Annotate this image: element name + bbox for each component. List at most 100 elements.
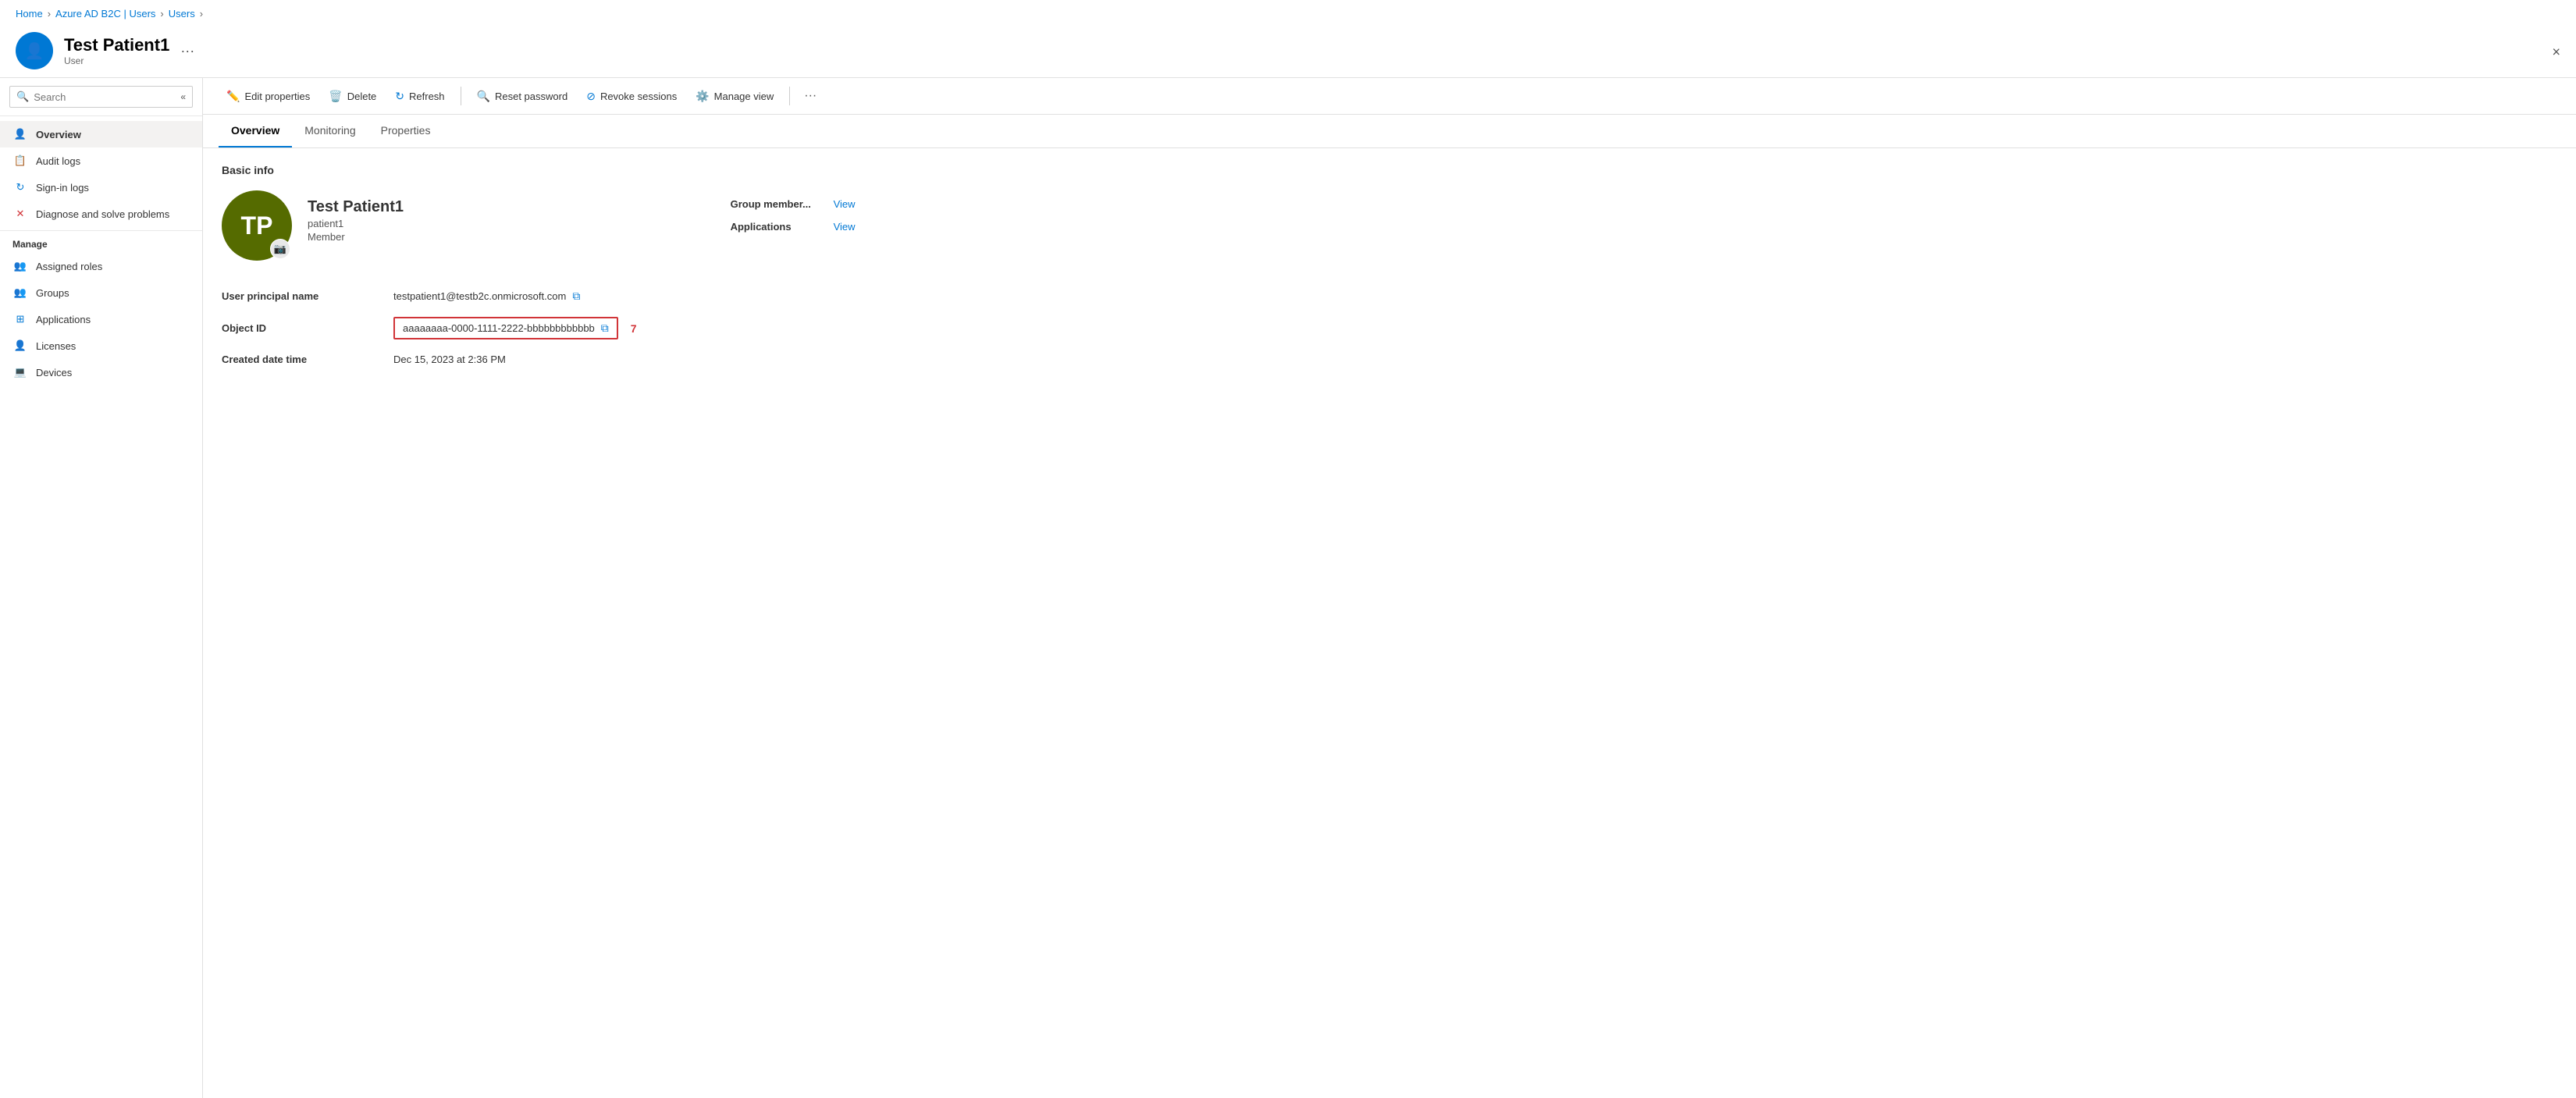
toolbar-divider-2 [789,87,790,105]
user-profile-info: Test Patient1 patient1 Member [308,190,404,243]
edit-properties-label: Edit properties [244,91,310,102]
sidebar-item-applications[interactable]: ⊞ Applications [0,306,202,332]
sidebar-item-assigned-roles[interactable]: 👥 Assigned roles [0,253,202,279]
sidebar-item-diagnose-label: Diagnose and solve problems [36,208,169,220]
close-button[interactable]: × [2552,44,2560,61]
applications-row: Applications View [731,221,2557,233]
sidebar-item-audit-logs[interactable]: 📋 Audit logs [0,147,202,174]
group-member-label: Group member... [731,198,824,210]
sidebar-item-groups[interactable]: 👥 Groups [0,279,202,306]
header-avatar-icon: 👤 [25,41,44,61]
revoke-sessions-button[interactable]: ⊘ Revoke sessions [578,85,685,108]
manage-section-label: Manage [0,230,202,253]
upn-row: User principal name testpatient1@testb2c… [222,282,637,310]
refresh-icon: ↻ [395,90,404,103]
user-avatar-large: TP 📷 [222,190,292,261]
info-table: User principal name testpatient1@testb2c… [222,282,637,372]
breadcrumb-home[interactable]: Home [16,8,43,20]
user-profile-row: TP 📷 Test Patient1 patient1 Member [222,190,637,261]
upn-label: User principal name [222,282,393,310]
audit-logs-icon: 📋 [12,155,28,167]
sidebar-item-signin-logs[interactable]: ↻ Sign-in logs [0,174,202,201]
group-member-view-link[interactable]: View [834,198,856,210]
sidebar-item-diagnose[interactable]: ✕ Diagnose and solve problems [0,201,202,227]
sidebar-nav: 👤 Overview 📋 Audit logs ↻ Sign-in logs ✕… [0,116,202,1098]
reset-password-icon: 🔍 [477,90,490,103]
sidebar-item-assigned-roles-label: Assigned roles [36,261,102,272]
manage-view-icon: ⚙️ [696,90,709,103]
sidebar-item-overview-label: Overview [36,129,81,140]
tab-properties[interactable]: Properties [368,115,443,147]
toolbar-more-button[interactable]: ··· [798,84,823,108]
object-id-extra: 7 [631,322,637,335]
edit-properties-button[interactable]: ✏️ Edit properties [219,85,318,108]
search-icon: 🔍 [16,91,29,103]
object-id-highlighted-box: aaaaaaaa-0000-1111-2222-bbbbbbbbbbbb ⧉ [393,317,618,339]
sidebar-item-overview[interactable]: 👤 Overview [0,121,202,147]
manage-view-button[interactable]: ⚙️ Manage view [688,85,781,108]
reset-password-label: Reset password [495,91,568,102]
user-profile-name: Test Patient1 [308,198,404,216]
breadcrumb-adb2c[interactable]: Azure AD B2C | Users [55,8,155,20]
upn-value-container: testpatient1@testb2c.onmicrosoft.com ⧉ [393,290,637,303]
devices-icon: 💻 [12,366,28,378]
sidebar-item-audit-logs-label: Audit logs [36,155,80,167]
refresh-button[interactable]: ↻ Refresh [387,85,452,108]
upn-copy-button[interactable]: ⧉ [572,290,580,303]
assigned-roles-icon: 👥 [12,260,28,272]
header-avatar: 👤 [16,32,53,69]
created-date-label: Created date time [222,346,393,372]
delete-button[interactable]: 🗑️ Delete [321,85,384,108]
header-more-button[interactable]: ··· [180,43,194,59]
search-input[interactable] [34,91,176,103]
group-member-row: Group member... View [731,198,2557,210]
delete-label: Delete [347,91,377,102]
section-title: Basic info [222,164,2557,176]
object-id-value-cell: aaaaaaaa-0000-1111-2222-bbbbbbbbbbbb ⧉ 7 [393,310,637,346]
toolbar: ✏️ Edit properties 🗑️ Delete ↻ Refresh 🔍… [203,78,2576,115]
sidebar-item-licenses-label: Licenses [36,340,76,352]
created-date-row: Created date time Dec 15, 2023 at 2:36 P… [222,346,637,372]
object-id-value: aaaaaaaa-0000-1111-2222-bbbbbbbbbbbb [403,322,595,334]
reset-password-button[interactable]: 🔍 Reset password [469,85,576,108]
sidebar-item-devices[interactable]: 💻 Devices [0,359,202,386]
page-subtitle: User [64,55,169,66]
applications-icon: ⊞ [12,313,28,325]
applications-view-link[interactable]: View [834,221,856,233]
sidebar-item-applications-label: Applications [36,314,91,325]
sidebar-item-groups-label: Groups [36,287,69,299]
upn-value-cell: testpatient1@testb2c.onmicrosoft.com ⧉ [393,282,637,310]
object-id-container: aaaaaaaa-0000-1111-2222-bbbbbbbbbbbb ⧉ 7 [393,317,637,339]
upn-value: testpatient1@testb2c.onmicrosoft.com [393,290,566,302]
sidebar-search-box[interactable]: 🔍 « [9,86,193,108]
breadcrumb-users[interactable]: Users [169,8,195,20]
tab-overview[interactable]: Overview [219,115,292,147]
page-header: 👤 Test Patient1 User ··· × [0,27,2576,78]
right-column: Group member... View Applications View [684,190,2557,233]
sidebar-item-licenses[interactable]: 👤 Licenses [0,332,202,359]
left-column: TP 📷 Test Patient1 patient1 Member [222,190,637,372]
object-id-copy-button[interactable]: ⧉ [601,322,609,335]
sidebar-item-signin-label: Sign-in logs [36,182,89,194]
tab-monitoring[interactable]: Monitoring [292,115,368,147]
object-id-row: Object ID aaaaaaaa-0000-1111-2222-bbbbbb… [222,310,637,346]
object-id-label: Object ID [222,310,393,346]
manage-view-label: Manage view [714,91,774,102]
user-profile-username: patient1 [308,218,404,229]
sidebar-item-devices-label: Devices [36,367,72,378]
tabs: Overview Monitoring Properties [203,115,2576,148]
content-area: ✏️ Edit properties 🗑️ Delete ↻ Refresh 🔍… [203,78,2576,1098]
sidebar-search-container: 🔍 « [0,78,202,116]
camera-button[interactable]: 📷 [270,239,290,259]
sidebar: 🔍 « 👤 Overview 📋 Audit logs ↻ Sign-in lo… [0,78,203,1098]
overview-icon: 👤 [12,128,28,140]
header-title-block: Test Patient1 User [64,35,169,66]
edit-icon: ✏️ [226,90,240,103]
refresh-label: Refresh [409,91,445,102]
right-info: Group member... View Applications View [684,190,2557,233]
groups-icon: 👥 [12,286,28,299]
page-title: Test Patient1 [64,35,169,55]
signin-icon: ↻ [12,181,28,194]
user-profile-role: Member [308,231,404,243]
collapse-icon[interactable]: « [180,91,186,102]
